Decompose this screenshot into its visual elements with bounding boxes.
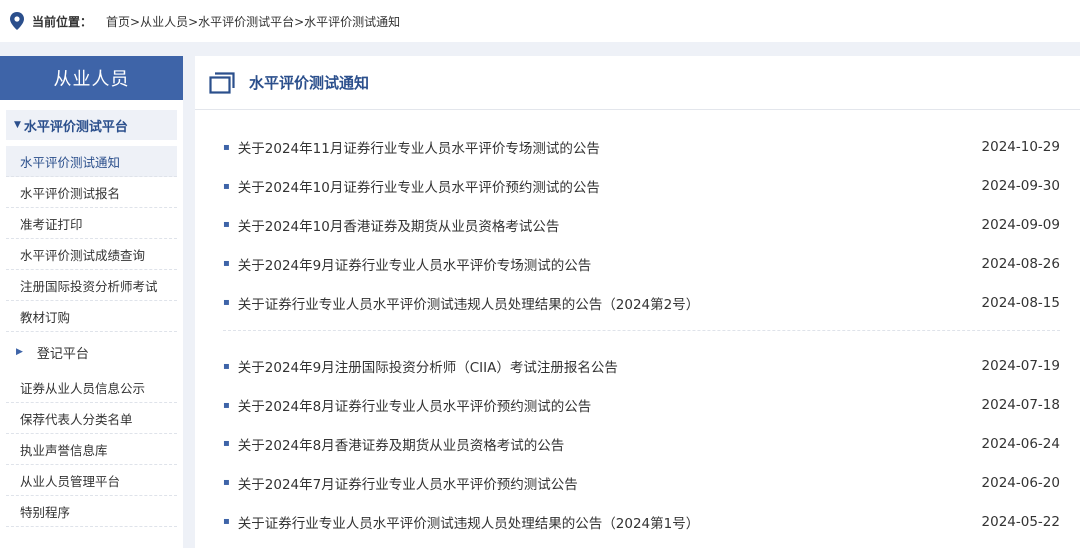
notice-title[interactable]: 关于2024年8月证券行业专业人员水平评价预约测试的公告 [238,395,591,415]
bullet-icon: ▪ [223,477,230,489]
sidebar: 从业人员 ▼ 水平评价测试平台 水平评价测试通知 水平评价测试报名 准考证打印 … [0,56,183,548]
notice-title[interactable]: 关于2024年7月证券行业专业人员水平评价预约测试公告 [238,473,578,493]
notice-date: 2024-05-22 [981,513,1060,530]
bullet-icon: ▪ [223,297,230,309]
sidebar-item-score-query[interactable]: 水平评价测试成绩查询 [6,239,177,270]
breadcrumb-bar: 当前位置： 首页>从业人员>水平评价测试平台>水平评价测试通知 [0,0,1080,42]
notice-title[interactable]: 关于证券行业专业人员水平评价测试违规人员处理结果的公告（2024第1号） [238,512,699,532]
page-title: 水平评价测试通知 [249,74,370,92]
bullet-icon: ▪ [223,516,230,528]
notice-title[interactable]: 关于证券行业专业人员水平评价测试违规人员处理结果的公告（2024第2号） [238,293,699,313]
caret-down-icon: ▼ [14,120,21,130]
group-divider [223,329,1060,331]
sidebar-header: 从业人员 [0,56,183,100]
sidebar-item-notice[interactable]: 水平评价测试通知 [6,146,177,177]
sidebar-item-ciia-exam[interactable]: 注册国际投资分析师考试 [6,270,177,301]
notice-title[interactable]: 关于2024年10月香港证券及期货从业员资格考试公告 [238,215,560,235]
list-item[interactable]: ▪ 关于2024年8月香港证券及期货从业员资格考试的公告 2024-06-24 [223,425,1060,464]
sidebar-item-special-procedure[interactable]: 特别程序 [6,496,177,527]
list-item[interactable]: ▪ 关于2024年10月香港证券及期货从业员资格考试公告 2024-09-09 [223,206,1060,245]
sidebar-item-reputation-db[interactable]: 执业声誉信息库 [6,434,177,465]
bullet-icon: ▪ [223,180,230,192]
sidebar-group-evaluation[interactable]: ▼ 水平评价测试平台 [6,110,177,140]
notice-date: 2024-07-18 [981,397,1060,414]
notice-date: 2024-06-20 [981,474,1060,491]
bullet-icon: ▪ [223,219,230,231]
bullet-icon: ▪ [223,141,230,153]
sidebar-item-management-platform[interactable]: 从业人员管理平台 [6,465,177,496]
caret-right-icon: ▶ [16,347,23,357]
bullet-icon: ▪ [223,258,230,270]
notice-title[interactable]: 关于2024年9月证券行业专业人员水平评价专场测试的公告 [238,254,591,274]
notice-date: 2024-09-09 [981,216,1060,233]
notice-date: 2024-07-19 [981,358,1060,375]
bullet-icon: ▪ [223,438,230,450]
notice-title[interactable]: 关于2024年9月注册国际投资分析师（CIIA）考试注册报名公告 [238,356,618,376]
sidebar-item-info-disclosure[interactable]: 证券从业人员信息公示 [6,372,177,403]
list-item[interactable]: ▪ 关于2024年9月证券行业专业人员水平评价专场测试的公告 2024-08-26 [223,244,1060,283]
sidebar-group-label: 水平评价测试平台 [23,119,128,135]
list-item[interactable]: ▪ 关于2024年8月证券行业专业人员水平评价预约测试的公告 2024-07-18 [223,386,1060,425]
bullet-icon: ▪ [223,399,230,411]
notice-title[interactable]: 关于2024年8月香港证券及期货从业员资格考试的公告 [238,434,564,454]
notice-list: ▪ 关于2024年11月证券行业专业人员水平评价专场测试的公告 2024-10-2… [195,110,1080,541]
header-band [0,42,1080,56]
list-item[interactable]: ▪ 关于2024年9月注册国际投资分析师（CIIA）考试注册报名公告 2024-0… [223,347,1060,386]
sidebar-gap [183,56,195,548]
list-item[interactable]: ▪ 关于证券行业专业人员水平评价测试违规人员处理结果的公告（2024第1号） 20… [223,502,1060,541]
sidebar-group-label: 登记平台 [36,346,89,362]
bullet-icon: ▪ [223,360,230,372]
notice-date: 2024-06-24 [981,435,1060,452]
list-item[interactable]: ▪ 关于2024年10月证券行业专业人员水平评价预约测试的公告 2024-09-3… [223,167,1060,206]
document-frame-icon [209,71,235,94]
list-item[interactable]: ▪ 关于2024年11月证券行业专业人员水平评价专场测试的公告 2024-10-2… [223,128,1060,167]
notice-date: 2024-09-30 [981,178,1060,195]
list-item[interactable]: ▪ 关于2024年7月证券行业专业人员水平评价预约测试公告 2024-06-20 [223,463,1060,502]
notice-date: 2024-08-15 [981,294,1060,311]
sidebar-group-registration-platform[interactable]: ▶ 登记平台 [6,332,177,372]
sidebar-item-sponsor-list[interactable]: 保荐代表人分类名单 [6,403,177,434]
sidebar-item-textbook[interactable]: 教材订购 [6,301,177,332]
sidebar-item-admission-ticket[interactable]: 准考证打印 [6,208,177,239]
breadcrumb-path[interactable]: 首页>从业人员>水平评价测试平台>水平评价测试通知 [106,13,400,30]
sidebar-item-registration[interactable]: 水平评价测试报名 [6,177,177,208]
notice-title[interactable]: 关于2024年11月证券行业专业人员水平评价专场测试的公告 [238,137,600,157]
notice-date: 2024-08-26 [981,255,1060,272]
main-content: 水平评价测试通知 ▪ 关于2024年11月证券行业专业人员水平评价专场测试的公告 … [195,56,1080,548]
list-item[interactable]: ▪ 关于证券行业专业人员水平评价测试违规人员处理结果的公告（2024第2号） 20… [223,283,1060,322]
breadcrumb-label: 当前位置： [32,14,93,29]
location-pin-icon [10,12,24,30]
content-header: 水平评价测试通知 [195,56,1080,110]
notice-title[interactable]: 关于2024年10月证券行业专业人员水平评价预约测试的公告 [238,176,600,196]
notice-date: 2024-10-29 [981,139,1060,156]
